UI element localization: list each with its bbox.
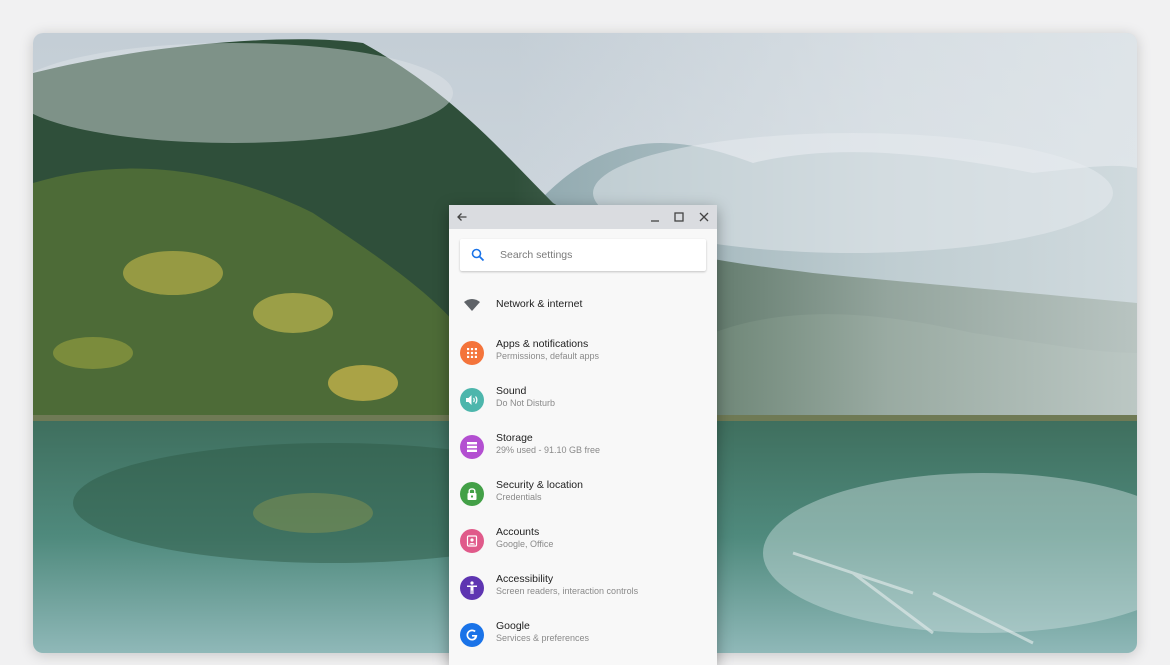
settings-item-sound[interactable]: Sound Do Not Disturb: [449, 377, 717, 424]
settings-item-subtitle: Permissions, default apps: [496, 351, 600, 361]
close-button[interactable]: [694, 207, 714, 227]
settings-item-google[interactable]: Google Services & preferences: [449, 612, 717, 659]
settings-item-accounts[interactable]: Accounts Google, Office: [449, 518, 717, 565]
search-bar[interactable]: [460, 239, 706, 271]
settings-item-subtitle: Do Not Disturb: [496, 398, 556, 408]
maximize-button[interactable]: [669, 207, 689, 227]
close-icon: [699, 212, 709, 222]
apps-icon: [460, 341, 484, 365]
arrow-back-icon: [457, 213, 467, 221]
settings-item-security[interactable]: Security & location Credentials: [449, 471, 717, 518]
settings-item-network[interactable]: Network & internet: [449, 283, 717, 330]
accessibility-icon: [460, 576, 484, 600]
minimize-button[interactable]: [645, 207, 665, 227]
settings-item-title: Accounts: [496, 526, 540, 538]
settings-item-title: Sound: [496, 385, 527, 397]
maximize-icon: [674, 212, 684, 222]
settings-item-accessibility[interactable]: Accessibility Screen readers, interactio…: [449, 565, 717, 612]
account-icon: [460, 529, 484, 553]
settings-item-title: Network & internet: [496, 298, 583, 310]
minimize-icon: [651, 220, 659, 222]
settings-list: Network & internet Apps & notifications …: [449, 283, 717, 659]
settings-item-subtitle: 29% used - 91.10 GB free: [496, 445, 601, 455]
back-button[interactable]: [452, 207, 472, 227]
storage-icon: [460, 435, 484, 459]
settings-item-title: Google: [496, 620, 530, 632]
settings-window: Network & internet Apps & notifications …: [449, 205, 717, 665]
settings-item-subtitle: Credentials: [496, 492, 542, 502]
wifi-icon: [460, 294, 484, 318]
settings-item-storage[interactable]: Storage 29% used - 91.10 GB free: [449, 424, 717, 471]
settings-item-subtitle: Screen readers, interaction controls: [496, 586, 639, 596]
settings-item-apps[interactable]: Apps & notifications Permissions, defaul…: [449, 330, 717, 377]
settings-item-title: Accessibility: [496, 573, 554, 585]
google-icon: [460, 623, 484, 647]
settings-item-title: Security & location: [496, 479, 583, 491]
settings-item-subtitle: Google, Office: [496, 539, 554, 549]
search-input[interactable]: [500, 239, 696, 271]
settings-item-title: Apps & notifications: [496, 338, 589, 350]
volume-icon: [460, 388, 484, 412]
settings-item-subtitle: Services & preferences: [496, 633, 590, 643]
search-icon: [471, 248, 485, 262]
lock-icon: [460, 482, 484, 506]
settings-item-title: Storage: [496, 432, 533, 444]
window-titlebar[interactable]: [449, 205, 717, 229]
